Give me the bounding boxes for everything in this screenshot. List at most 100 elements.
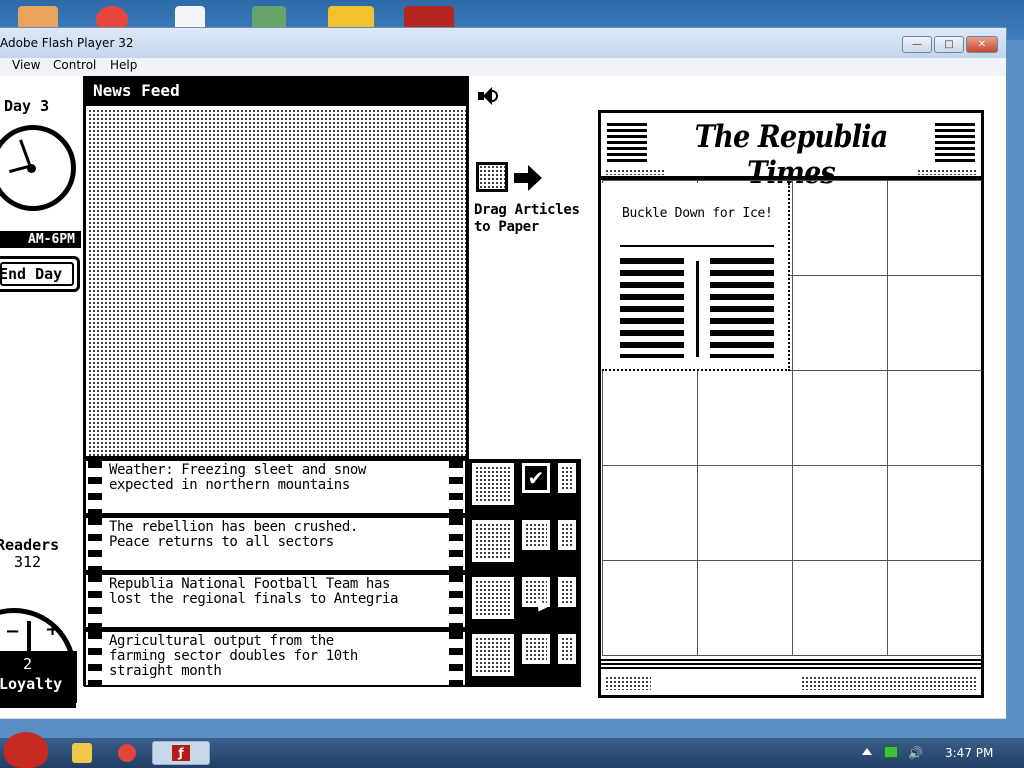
layout-small-option[interactable] xyxy=(558,634,576,664)
layout-medium-option[interactable] xyxy=(522,634,550,664)
article-line: Agricultural output from the xyxy=(109,633,334,649)
menu-control[interactable]: Control xyxy=(53,58,96,73)
placed-article[interactable]: Buckle Down for Ice! xyxy=(602,183,790,371)
article-line: Peace returns to all sectors xyxy=(109,534,334,550)
masthead-rule-left xyxy=(605,169,665,175)
day-label: Day 3 xyxy=(4,97,50,115)
sprocket-left xyxy=(88,518,102,570)
menu-view[interactable]: View xyxy=(12,58,40,73)
loyalty-gauge-needle xyxy=(27,621,31,655)
speaker-icon[interactable] xyxy=(478,86,498,106)
sprocket-right xyxy=(449,518,463,570)
sprocket-left xyxy=(88,461,102,513)
placement-options xyxy=(472,520,580,570)
headline-rule xyxy=(620,245,774,247)
article-row[interactable]: Weather: Freezing sleet and snow expecte… xyxy=(84,459,467,515)
layout-large-option[interactable] xyxy=(472,577,514,619)
instructions-line: to Paper xyxy=(474,219,540,235)
news-feed-title: News Feed xyxy=(93,81,180,100)
arrow-head xyxy=(528,165,542,191)
masthead-stripes-right xyxy=(935,123,975,165)
instructions-text: Drag Articles to Paper xyxy=(474,202,580,236)
article-line: expected in northern mountains xyxy=(109,477,350,493)
end-day-label: End Day xyxy=(0,265,63,283)
chrome-taskbar-icon[interactable] xyxy=(118,744,136,762)
article-line: straight month xyxy=(109,663,222,679)
end-day-button[interactable]: End Day xyxy=(0,256,80,292)
article-line: farming sector doubles for 10th xyxy=(109,648,358,664)
article-line: Weather: Freezing sleet and snow xyxy=(109,462,366,478)
minus-icon: − xyxy=(5,621,21,642)
masthead-stripes-left xyxy=(607,123,647,165)
newspaper[interactable]: The Republia Times Buckle Down for Ice! xyxy=(598,110,984,698)
article-icon xyxy=(476,162,508,192)
news-feed-header: News Feed xyxy=(83,76,469,106)
maximize-button[interactable]: □ xyxy=(934,36,964,53)
placement-options: ✔ xyxy=(472,463,580,513)
explorer-taskbar-icon[interactable] xyxy=(72,743,92,763)
sprocket-left xyxy=(88,575,102,627)
column-divider xyxy=(696,261,699,357)
close-button[interactable]: ✕ xyxy=(966,36,998,53)
network-icon[interactable] xyxy=(884,746,898,758)
layout-large-option[interactable] xyxy=(472,520,514,562)
game-stage: Day 3 AM-6PM End Day Readers 312 − + 2 L… xyxy=(0,76,1006,718)
layout-medium-option[interactable]: ✔ xyxy=(522,463,550,493)
taskbar-clock[interactable]: 3:47 PM xyxy=(945,746,993,760)
news-feed-area xyxy=(88,109,466,457)
layout-medium-option[interactable] xyxy=(522,520,550,550)
loyalty-value: 2 xyxy=(23,655,33,673)
menu-bar: View Control Help xyxy=(0,58,1006,76)
layout-small-option[interactable] xyxy=(558,520,576,550)
layout-large-option[interactable] xyxy=(472,463,514,505)
masthead-rule-right xyxy=(917,169,977,175)
text-column-left xyxy=(620,258,684,358)
tray-arrow-icon[interactable] xyxy=(862,748,872,755)
footer-rules xyxy=(601,659,981,669)
placement-options xyxy=(472,634,580,684)
flash-player-taskbar-button[interactable]: ƒ xyxy=(152,741,210,765)
article-row[interactable]: Republia National Football Team has lost… xyxy=(84,573,467,629)
placement-options xyxy=(472,577,580,627)
minimize-button[interactable]: — xyxy=(902,36,932,53)
placed-article-headline: Buckle Down for Ice! xyxy=(622,206,773,221)
volume-icon[interactable]: 🔊 xyxy=(908,746,923,760)
menu-help[interactable]: Help xyxy=(110,58,137,73)
loyalty-label: Loyalty xyxy=(0,675,63,693)
start-button[interactable] xyxy=(4,732,48,768)
article-list: Weather: Freezing sleet and snow expecte… xyxy=(84,459,581,687)
window-title: Adobe Flash Player 32 xyxy=(0,36,134,50)
speaker-wave xyxy=(492,90,498,102)
clock xyxy=(0,125,76,211)
instructions-line: Drag Articles xyxy=(474,202,580,218)
article-text: The rebellion has been crushed. Peace re… xyxy=(109,520,449,550)
readers-label: Readers xyxy=(0,536,60,554)
text-column-right xyxy=(710,258,774,358)
check-icon: ✔ xyxy=(527,466,545,490)
layout-small-option[interactable] xyxy=(558,577,576,607)
flash-player-window: Adobe Flash Player 32 — □ ✕ View Control… xyxy=(0,27,1007,720)
article-text: Weather: Freezing sleet and snow expecte… xyxy=(109,463,449,493)
flash-icon: ƒ xyxy=(172,745,190,761)
readers-count: 312 xyxy=(14,553,42,571)
time-range: AM-6PM xyxy=(0,231,81,248)
article-line: Republia National Football Team has xyxy=(109,576,391,592)
sprocket-right xyxy=(449,575,463,627)
sprocket-right xyxy=(449,461,463,513)
article-row[interactable]: The rebellion has been crushed. Peace re… xyxy=(84,516,467,572)
layout-large-option[interactable] xyxy=(472,634,514,676)
clock-center xyxy=(27,164,36,173)
loyalty-gauge: − + 2 Loyalty xyxy=(0,608,77,708)
layout-small-option[interactable] xyxy=(558,463,576,493)
speaker-cone xyxy=(483,87,492,105)
sprocket-right xyxy=(449,632,463,685)
article-text: Agricultural output from the farming sec… xyxy=(109,634,449,679)
article-line: The rebellion has been crushed. xyxy=(109,519,358,535)
article-line: lost the regional finals to Antegria xyxy=(109,591,399,607)
title-bar[interactable]: Adobe Flash Player 32 — □ ✕ xyxy=(0,28,1006,58)
article-row[interactable]: Agricultural output from the farming sec… xyxy=(84,630,467,687)
plus-icon: + xyxy=(45,619,61,640)
right-arrow-icon xyxy=(514,165,544,191)
sprocket-left xyxy=(88,632,102,685)
footer-dot-left xyxy=(605,676,651,690)
